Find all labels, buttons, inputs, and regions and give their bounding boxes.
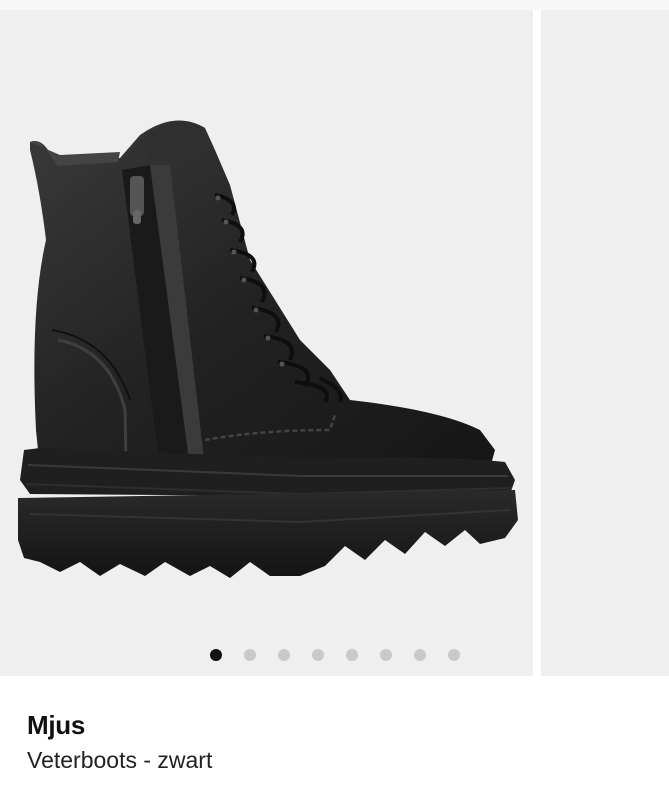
image-carousel[interactable]	[0, 10, 669, 676]
product-image-boot	[18, 120, 518, 578]
carousel-dot[interactable]	[414, 649, 426, 661]
product-brand[interactable]: Mjus	[27, 708, 627, 742]
carousel-dot[interactable]	[346, 649, 358, 661]
carousel-dot[interactable]	[210, 649, 222, 661]
carousel-slide-next-peek[interactable]	[541, 10, 669, 676]
carousel-pagination[interactable]	[0, 647, 533, 663]
carousel-dot[interactable]	[244, 649, 256, 661]
carousel-slide-gap	[533, 10, 541, 676]
product-info[interactable]: Mjus Veterboots - zwart	[27, 708, 627, 776]
product-card[interactable]: Mjus Veterboots - zwart	[0, 0, 669, 800]
carousel-dot[interactable]	[380, 649, 392, 661]
carousel-dot[interactable]	[448, 649, 460, 661]
top-divider	[0, 0, 669, 10]
carousel-dot[interactable]	[278, 649, 290, 661]
carousel-dot[interactable]	[312, 649, 324, 661]
product-subtitle[interactable]: Veterboots - zwart	[27, 744, 627, 776]
carousel-slide-current[interactable]	[0, 10, 533, 676]
